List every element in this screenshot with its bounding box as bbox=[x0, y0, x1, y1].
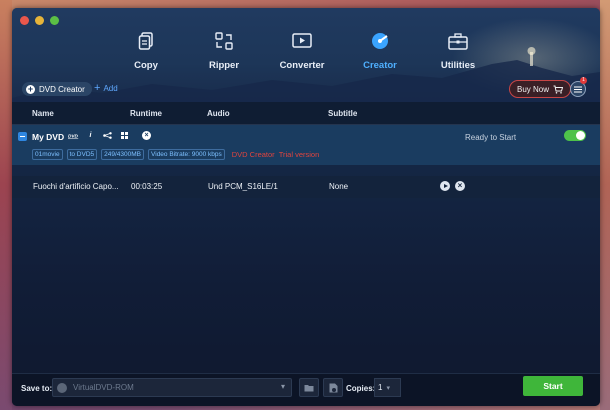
chevron-down-icon: ▾ bbox=[386, 384, 390, 392]
add-button[interactable]: + Add bbox=[94, 82, 118, 94]
app-window: Copy Ripper Converter Creator Utilities bbox=[12, 8, 600, 406]
add-label: Add bbox=[103, 83, 118, 93]
dvd-project-row[interactable]: My DVD DVD i × Ready to Start 01movie to… bbox=[12, 125, 600, 165]
play-icon[interactable] bbox=[440, 181, 450, 191]
file-audio[interactable]: Und PCM_S16LE/1 bbox=[208, 182, 278, 191]
copies-label: Copies: bbox=[346, 384, 376, 393]
nav-converter[interactable]: Converter bbox=[267, 30, 337, 71]
table-header: Name Runtime Audio Subtitle bbox=[12, 102, 600, 125]
minimize-window-button[interactable] bbox=[35, 16, 44, 25]
disc-icon bbox=[57, 382, 67, 393]
trial-warning-label: Trial version bbox=[278, 150, 320, 159]
column-header-runtime[interactable]: Runtime bbox=[130, 109, 162, 118]
share-icon[interactable] bbox=[102, 130, 113, 141]
file-name: Fuochi d'artificio Capo... bbox=[33, 182, 119, 191]
delete-icon[interactable]: × bbox=[455, 181, 465, 191]
collapse-checkbox[interactable] bbox=[18, 132, 27, 141]
main-nav: Copy Ripper Converter Creator Utilities bbox=[12, 30, 600, 80]
dvd-title: My DVD bbox=[32, 132, 65, 142]
close-window-button[interactable] bbox=[20, 16, 29, 25]
converter-icon bbox=[267, 30, 337, 52]
tag-size: 249/4300MB bbox=[101, 149, 145, 160]
notification-badge: 1 bbox=[580, 77, 587, 84]
creator-icon bbox=[345, 30, 415, 52]
action-bar: + DVD Creator + Add Buy Now 1 bbox=[12, 77, 600, 102]
buy-now-label: Buy Now bbox=[517, 84, 550, 94]
column-header-name[interactable]: Name bbox=[32, 109, 54, 118]
copy-icon bbox=[111, 30, 181, 52]
nav-creator[interactable]: Creator bbox=[345, 30, 415, 71]
cart-icon bbox=[553, 85, 564, 94]
nav-utilities-label: Utilities bbox=[440, 60, 476, 71]
desktop-wallpaper-left bbox=[0, 0, 12, 410]
save-to-select[interactable]: VirtualDVD-ROM ▾ bbox=[52, 378, 292, 397]
info-icon[interactable]: i bbox=[85, 130, 96, 141]
column-header-subtitle[interactable]: Subtitle bbox=[328, 109, 357, 118]
remove-dvd-icon[interactable]: × bbox=[142, 131, 151, 140]
folder-button[interactable] bbox=[299, 378, 319, 397]
status-text: Ready to Start bbox=[465, 133, 517, 142]
file-subtitle[interactable]: None bbox=[329, 182, 348, 191]
nav-copy[interactable]: Copy bbox=[111, 30, 181, 71]
tag-bitrate[interactable]: Video Bitrate: 9000 kbps bbox=[148, 149, 225, 160]
copies-select[interactable]: 1 ▾ bbox=[374, 378, 401, 397]
nav-converter-label: Converter bbox=[279, 60, 325, 71]
chevron-down-icon: ▾ bbox=[280, 382, 285, 391]
tag-source[interactable]: 01movie bbox=[32, 149, 63, 160]
dvd-tags: 01movie to DVD5 249/4300MB Video Bitrate… bbox=[32, 149, 319, 160]
enable-toggle[interactable] bbox=[564, 130, 586, 141]
dvd-tools: DVD i × bbox=[68, 130, 151, 141]
nav-ripper-label: Ripper bbox=[208, 60, 240, 71]
dvd-creator-label: DVD Creator bbox=[39, 84, 85, 94]
plus-icon: + bbox=[94, 82, 101, 94]
plus-circle-icon: + bbox=[26, 83, 35, 94]
buy-now-button[interactable]: Buy Now bbox=[509, 80, 572, 98]
column-header-audio[interactable]: Audio bbox=[207, 109, 230, 118]
table-row[interactable]: Fuochi d'artificio Capo... 00:03:25 Und … bbox=[12, 176, 600, 198]
copies-value: 1 bbox=[378, 383, 383, 392]
nav-copy-label: Copy bbox=[134, 60, 158, 71]
toolbox-icon bbox=[423, 30, 493, 52]
svg-text:DVD: DVD bbox=[68, 133, 79, 138]
footer-bar: Save to: VirtualDVD-ROM ▾ Copies: 1 ▾ St… bbox=[12, 373, 600, 406]
hamburger-icon bbox=[574, 86, 582, 92]
grid-icon[interactable] bbox=[119, 130, 130, 141]
save-to-value: VirtualDVD-ROM bbox=[73, 383, 134, 392]
iso-button[interactable] bbox=[323, 378, 343, 397]
nav-creator-label: Creator bbox=[363, 60, 397, 71]
desktop-wallpaper-right bbox=[600, 0, 610, 410]
file-runtime: 00:03:25 bbox=[131, 182, 163, 191]
nav-utilities[interactable]: Utilities bbox=[423, 30, 493, 71]
folder-icon bbox=[304, 384, 314, 391]
dvd-logo-icon[interactable]: DVD bbox=[68, 130, 79, 141]
trial-warning-product: DVD Creator bbox=[231, 150, 275, 159]
nav-ripper[interactable]: Ripper bbox=[189, 30, 259, 71]
save-to-label: Save to: bbox=[21, 384, 53, 393]
zoom-window-button[interactable] bbox=[50, 16, 59, 25]
tag-output-format[interactable]: to DVD5 bbox=[66, 149, 98, 160]
iso-file-icon bbox=[329, 383, 337, 392]
ripper-icon bbox=[189, 30, 259, 52]
start-button[interactable]: Start bbox=[523, 376, 583, 396]
dvd-creator-button[interactable]: + DVD Creator bbox=[22, 82, 92, 96]
window-controls bbox=[20, 16, 59, 25]
